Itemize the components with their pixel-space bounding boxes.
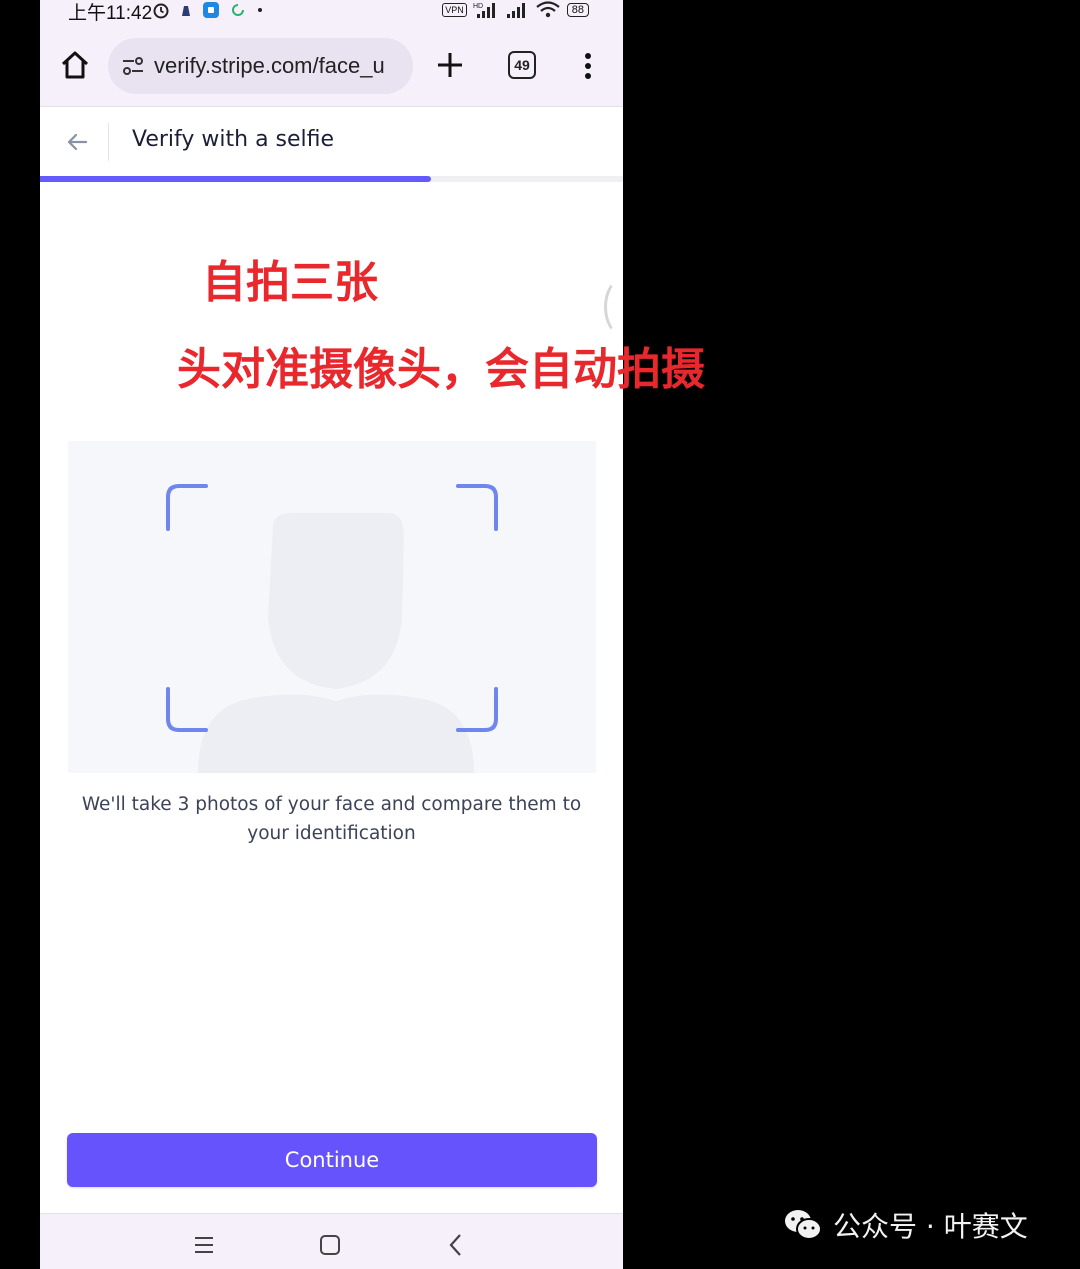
avatar-shoulders [198,694,474,773]
page-header: Verify with a selfie [40,107,623,177]
address-bar[interactable]: verify.stripe.com/face_u [108,38,413,94]
site-settings-icon[interactable] [120,53,146,79]
signal-hd-icon: HD [473,3,495,18]
back-nav-icon[interactable] [443,1232,469,1258]
avatar-head [268,513,404,689]
continue-label: Continue [284,1148,380,1172]
home-nav-icon[interactable] [317,1232,343,1258]
wechat-icon [785,1210,822,1240]
signal-hd-label: HD [473,3,483,10]
alarm-icon [153,3,169,19]
continue-button[interactable]: Continue [67,1133,597,1187]
watermark: 公众号 · 叶赛文 [783,1205,1028,1245]
status-time: 上午11:42 [68,3,153,24]
sync-icon [232,4,244,16]
phone-screen: 上午11:42 VPN HD 88 verify.stripe.com/face… [40,0,623,1269]
browser-toolbar: verify.stripe.com/face_u 49 [40,24,623,107]
frame-corner-top-left [166,484,208,531]
recent-apps-icon[interactable] [191,1232,217,1258]
dot-icon [258,8,262,12]
app-square-icon [203,2,219,18]
frame-corner-bottom-left [166,687,208,732]
app-notification-icon [182,6,190,16]
status-bar: 上午11:42 VPN HD 88 [40,0,623,24]
progress-fill [40,176,431,182]
back-arrow-icon[interactable] [64,129,90,155]
progress-bar [40,176,623,182]
selfie-illustration [68,441,596,773]
wifi-icon [536,1,560,18]
annotation-auto-capture: 头对准摄像头，会自动拍摄 [177,344,705,395]
frame-corner-bottom-right [456,687,498,732]
annotation-take-three-selfies: 自拍三张 [202,257,378,308]
page-title: Verify with a selfie [132,127,335,152]
more-menu-icon[interactable] [578,50,598,82]
tab-count: 49 [514,57,530,73]
frame-corner-top-right [456,484,498,531]
vpn-badge: VPN [442,3,467,17]
new-tab-icon[interactable] [435,50,465,80]
loading-indicator [604,278,640,336]
status-right-icons: VPN HD 88 [442,0,589,20]
home-icon[interactable] [58,48,92,82]
signal-icon [506,3,525,18]
watermark-text: 公众号 · 叶赛文 [833,1210,1028,1243]
selfie-description: We'll take 3 photos of your face and com… [81,794,582,844]
status-notification-icons [152,0,264,20]
tab-switcher-button[interactable]: 49 [508,51,536,79]
selfie-placeholder-graphic [166,484,498,773]
system-nav-bar [40,1213,623,1269]
battery-indicator: 88 [566,3,589,17]
header-divider [108,123,109,161]
url-text[interactable]: verify.stripe.com/face_u [154,53,385,79]
